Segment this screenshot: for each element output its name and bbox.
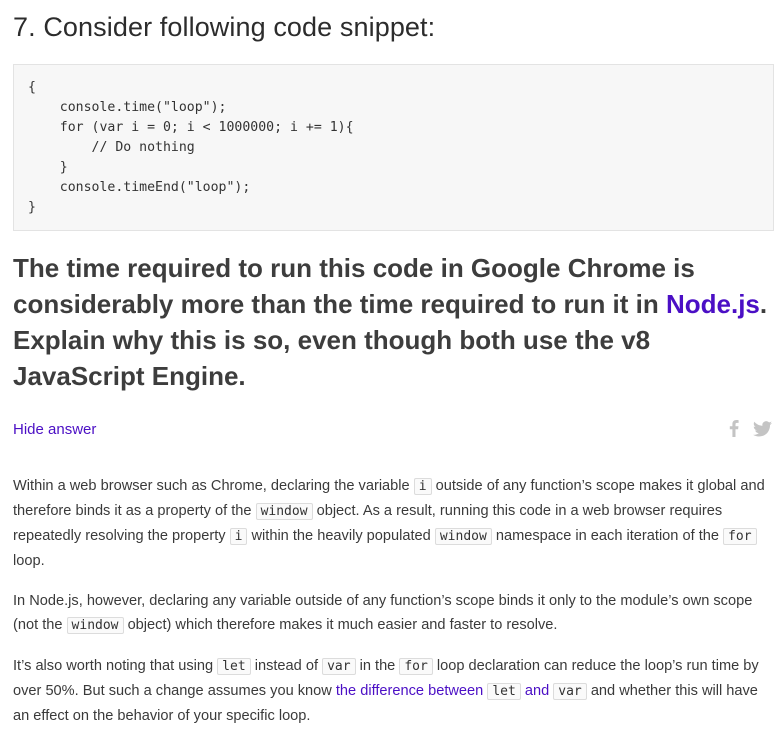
nodejs-link[interactable]: Node.js xyxy=(666,289,760,319)
code-line: console.timeEnd("loop"); xyxy=(28,180,251,195)
hide-answer-link[interactable]: Hide answer xyxy=(13,421,96,438)
code-line: { xyxy=(28,80,36,95)
link-text: the difference between xyxy=(335,683,488,699)
inline-code: i xyxy=(229,528,248,545)
inline-code: window xyxy=(66,617,124,634)
answer-text: loop. xyxy=(13,553,45,569)
inline-code: for xyxy=(723,528,757,545)
question-title: 7. Consider following code snippet: xyxy=(13,12,436,42)
question-statement: The time required to run this code in Go… xyxy=(13,250,778,394)
answer-text: It’s also worth noting that using xyxy=(13,658,218,674)
code-line: for (var i = 0; i < 1000000; i += 1){ xyxy=(28,120,354,135)
facebook-icon[interactable] xyxy=(729,420,739,442)
inline-code: i xyxy=(413,478,432,495)
answer-paragraph: In Node.js, however, declaring any varia… xyxy=(13,589,775,638)
answer-text: namespace in each iteration of the xyxy=(491,528,724,544)
inline-code: window xyxy=(434,528,492,545)
inline-code: let xyxy=(487,683,521,700)
inline-code: var xyxy=(553,683,587,700)
answer-text: instead of xyxy=(250,658,323,674)
answer-body: Within a web browser such as Chrome, dec… xyxy=(13,474,775,744)
let-vs-var-link[interactable]: the difference between let and var xyxy=(335,683,587,700)
answer-paragraph: Within a web browser such as Chrome, dec… xyxy=(13,474,775,573)
inline-code: var xyxy=(322,658,356,675)
answer-text: in the xyxy=(355,658,400,674)
answer-paragraph: It’s also worth noting that using let in… xyxy=(13,654,775,728)
inline-code: for xyxy=(399,658,433,675)
statement-text: The time required to run this code in Go… xyxy=(13,253,695,319)
inline-code: window xyxy=(255,503,313,520)
twitter-icon[interactable] xyxy=(753,420,772,442)
inline-code: let xyxy=(217,658,251,675)
code-snippet: { console.time("loop"); for (var i = 0; … xyxy=(13,64,774,231)
answer-text: Within a web browser such as Chrome, dec… xyxy=(13,478,414,494)
code-line: } xyxy=(28,160,68,175)
code-line: console.time("loop"); xyxy=(28,100,227,115)
answer-text: object) which therefore makes it much ea… xyxy=(123,617,558,633)
code-line: } xyxy=(28,200,36,215)
share-buttons xyxy=(729,420,772,442)
link-text: and xyxy=(520,683,554,699)
answer-text: within the heavily populated xyxy=(247,528,435,544)
code-line: // Do nothing xyxy=(28,140,195,155)
